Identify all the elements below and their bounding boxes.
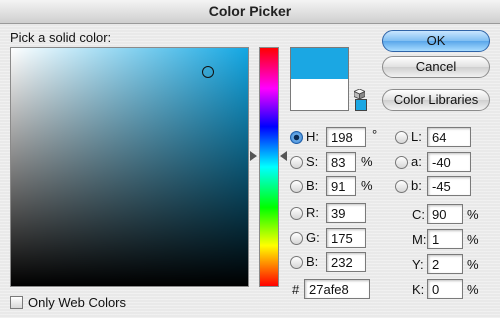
window-title: Color Picker — [208, 3, 292, 19]
hue-slider-right-arrow[interactable] — [280, 151, 287, 161]
hex-label: # — [292, 282, 300, 297]
only-web-colors-checkbox[interactable] — [10, 296, 23, 309]
lab-b-radio[interactable] — [395, 180, 408, 193]
k-field[interactable]: 0 — [427, 279, 463, 299]
m-field[interactable]: 1 — [427, 229, 463, 249]
lab-b-field[interactable]: -45 — [427, 176, 471, 196]
brightness-unit: % — [361, 178, 373, 193]
hue-slider[interactable] — [259, 47, 279, 287]
s-field[interactable]: 83 — [326, 152, 356, 172]
h-unit: ° — [372, 127, 378, 142]
r-label: R: — [306, 205, 319, 220]
brightness-radio[interactable] — [290, 180, 303, 193]
hex-field[interactable]: 27afe8 — [304, 279, 370, 299]
y-field[interactable]: 2 — [427, 254, 463, 274]
c-label: C: — [412, 207, 425, 222]
g-field[interactable]: 175 — [326, 228, 366, 248]
title-bar: Color Picker — [0, 0, 500, 24]
a-label: a: — [411, 154, 422, 169]
h-field[interactable]: 198 — [326, 127, 366, 147]
current-color-swatch[interactable] — [291, 79, 348, 110]
new-color-swatch — [291, 48, 348, 79]
s-label: S: — [306, 154, 319, 169]
l-field[interactable]: 64 — [427, 127, 471, 147]
blue-radio[interactable] — [290, 256, 303, 269]
web-cube-icon[interactable] — [353, 86, 366, 100]
k-unit: % — [467, 282, 479, 297]
blue-field[interactable]: 232 — [326, 252, 366, 272]
s-radio[interactable] — [290, 156, 303, 169]
hue-slider-left-arrow[interactable] — [250, 151, 257, 161]
pick-color-label: Pick a solid color: — [10, 30, 112, 45]
c-unit: % — [467, 207, 479, 222]
r-field[interactable]: 39 — [326, 203, 366, 223]
web-safe-swatch[interactable] — [355, 99, 367, 111]
l-radio[interactable] — [395, 131, 408, 144]
color-swatch — [290, 47, 349, 111]
lab-b-label: b: — [411, 178, 422, 193]
only-web-colors-label: Only Web Colors — [28, 295, 127, 310]
a-radio[interactable] — [395, 156, 408, 169]
y-unit: % — [467, 257, 479, 272]
l-label: L: — [411, 129, 422, 144]
m-unit: % — [467, 232, 479, 247]
k-label: K: — [412, 282, 425, 297]
s-unit: % — [361, 154, 373, 169]
color-picker-dialog: Color Picker Pick a solid color: OK Canc… — [0, 0, 500, 318]
m-label: M: — [412, 232, 427, 247]
ok-button[interactable]: OK — [382, 30, 490, 52]
blue-label: B: — [306, 254, 319, 269]
r-radio[interactable] — [290, 207, 303, 220]
cancel-button[interactable]: Cancel — [382, 56, 490, 78]
brightness-label: B: — [306, 178, 319, 193]
color-selector-ring[interactable] — [202, 66, 214, 78]
color-libraries-button[interactable]: Color Libraries — [382, 89, 490, 111]
brightness-field[interactable]: 91 — [326, 176, 356, 196]
a-field[interactable]: -40 — [427, 152, 471, 172]
c-field[interactable]: 90 — [427, 204, 463, 224]
h-radio[interactable] — [290, 131, 303, 144]
g-label: G: — [306, 230, 320, 245]
y-label: Y: — [412, 257, 424, 272]
h-label: H: — [306, 129, 319, 144]
color-field[interactable] — [10, 47, 249, 287]
g-radio[interactable] — [290, 232, 303, 245]
